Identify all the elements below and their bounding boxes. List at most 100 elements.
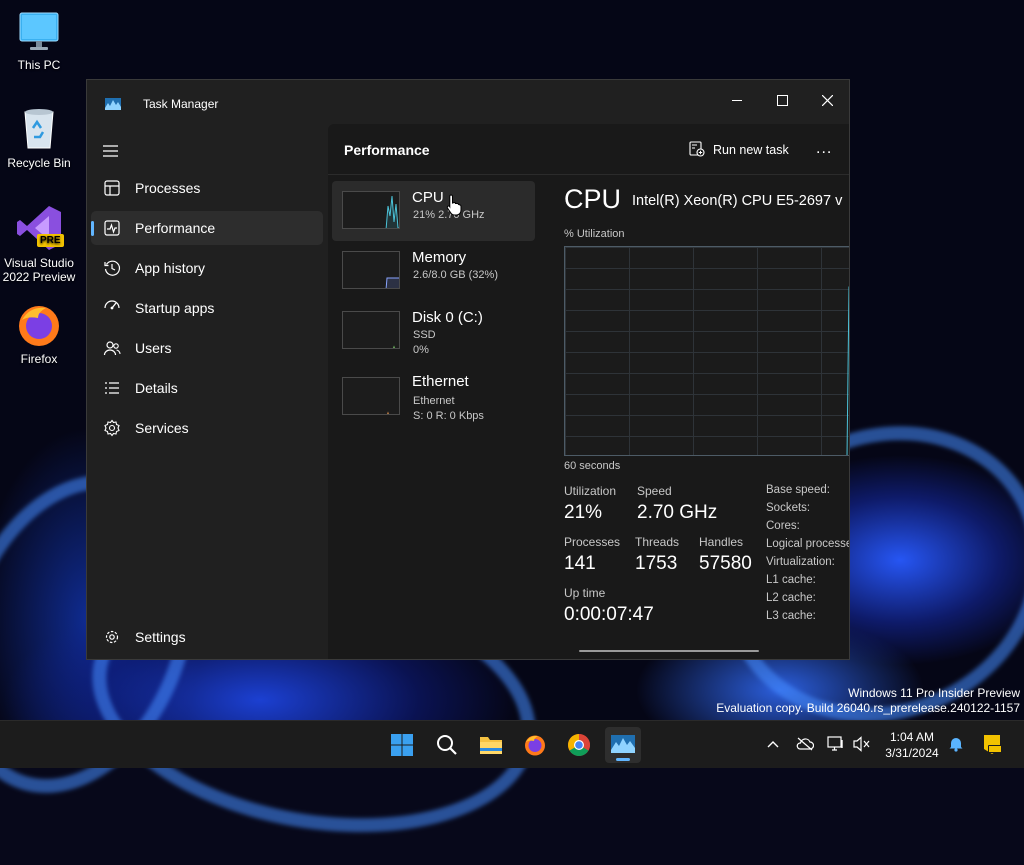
desktop-icon-this-pc[interactable]: This PC xyxy=(0,10,79,72)
spec-cores: Cores: xyxy=(766,520,800,532)
history-icon xyxy=(103,259,121,277)
minimize-button[interactable] xyxy=(714,86,760,114)
desktop-icon-label: 2022 Preview xyxy=(2,270,76,284)
sidebar-item-details[interactable]: Details xyxy=(91,371,323,405)
spec-l1-cache: L1 cache: xyxy=(766,574,816,586)
desktop-icon-label: This PC xyxy=(17,58,61,72)
chrome-icon xyxy=(568,734,590,756)
perf-item-name: CPU xyxy=(412,189,444,206)
clock-button[interactable]: 1:04 AM 3/31/2024 xyxy=(878,729,946,761)
cloud-offline-icon xyxy=(796,737,814,751)
sidebar-item-processes[interactable]: Processes xyxy=(91,171,323,205)
task-manager-icon xyxy=(105,97,121,110)
file-explorer-button[interactable] xyxy=(473,727,509,763)
run-task-icon xyxy=(689,140,705,160)
perf-item-name: Disk 0 (C:) xyxy=(412,309,483,326)
task-manager-icon xyxy=(611,735,635,753)
onedrive-tray-button[interactable] xyxy=(796,735,814,753)
services-icon xyxy=(103,419,121,437)
desktop-icon-label: Visual Studio xyxy=(4,256,74,270)
active-app-indicator xyxy=(616,758,630,761)
cpu-utilization-graph xyxy=(564,246,849,456)
settings-gear-icon xyxy=(103,628,121,646)
search-icon xyxy=(437,735,457,755)
desktop-icon-firefox[interactable]: Firefox xyxy=(0,302,79,366)
maximize-button[interactable] xyxy=(759,86,805,114)
perf-item-cpu[interactable]: CPU 21% 2.70 GHz xyxy=(332,181,535,241)
perf-item-memory[interactable]: Memory 2.6/8.0 GB (32%) xyxy=(332,241,535,301)
spec-l2-cache: L2 cache: xyxy=(766,592,816,604)
run-new-task-button[interactable]: Run new task xyxy=(689,140,789,160)
watermark-line-2: Evaluation copy. Build 26040.rs_prerelea… xyxy=(716,701,1020,715)
disk-sparkline xyxy=(342,311,400,349)
spec-logical-processors: Logical processe xyxy=(766,538,849,550)
show-hidden-icons-button[interactable] xyxy=(764,735,782,753)
maximize-icon xyxy=(776,94,788,106)
uptime-label: Up time xyxy=(564,586,606,600)
users-icon xyxy=(103,339,121,357)
desktop-icon-visual-studio[interactable]: PRE Visual Studio 2022 Preview xyxy=(0,204,79,284)
desktop-icon-label: Recycle Bin xyxy=(7,156,71,170)
spec-sockets: Sockets: xyxy=(766,502,811,514)
task-manager-taskbar-button[interactable] xyxy=(605,727,641,763)
sidebar-item-label: Details xyxy=(135,380,178,396)
title-bar[interactable]: Task Manager xyxy=(87,80,849,124)
desktop-icon-recycle-bin[interactable]: Recycle Bin xyxy=(0,106,79,170)
run-new-task-label: Run new task xyxy=(713,143,789,157)
spec-base-speed: Base speed: xyxy=(766,484,830,496)
graph-time-label: 60 seconds xyxy=(564,460,621,472)
details-icon xyxy=(103,379,121,397)
page-title: Performance xyxy=(344,142,430,158)
sidebar-item-app-history[interactable]: App history xyxy=(91,251,323,285)
detail-title: CPU xyxy=(564,184,622,214)
performance-icon xyxy=(103,219,121,237)
processes-icon xyxy=(103,179,121,197)
threads-label: Threads xyxy=(635,535,680,549)
perf-item-sub: 0% xyxy=(413,344,429,356)
search-button[interactable] xyxy=(429,727,465,763)
cpu-sparkline xyxy=(342,191,400,229)
sidebar-item-label: Users xyxy=(135,340,172,356)
sidebar-item-performance[interactable]: Performance xyxy=(91,211,323,245)
start-button[interactable] xyxy=(384,727,420,763)
recycle-bin-icon xyxy=(17,106,61,152)
perf-item-disk[interactable]: Disk 0 (C:) SSD 0% xyxy=(332,301,535,361)
visual-studio-icon: PRE xyxy=(15,204,64,252)
sidebar-item-label: Processes xyxy=(135,180,201,196)
processes-value: 141 xyxy=(564,553,596,574)
insider-badge-button[interactable] xyxy=(980,732,1004,756)
sidebar-item-label: Performance xyxy=(135,220,216,236)
startup-icon xyxy=(103,299,121,317)
start-icon xyxy=(391,734,413,756)
sidebar-item-startup-apps[interactable]: Startup apps xyxy=(91,291,323,325)
firefox-icon xyxy=(525,735,545,756)
ethernet-sparkline xyxy=(342,377,400,415)
close-button[interactable] xyxy=(804,86,850,114)
sidebar-item-label: App history xyxy=(135,260,206,276)
network-tray-button[interactable] xyxy=(827,735,845,753)
volume-tray-button[interactable] xyxy=(853,735,871,753)
perf-item-ethernet[interactable]: Ethernet Ethernet S: 0 R: 0 Kbps xyxy=(332,361,535,422)
perf-item-sub: S: 0 R: 0 Kbps xyxy=(413,410,484,422)
hamburger-menu-icon[interactable] xyxy=(103,144,119,157)
hand-cursor-icon xyxy=(446,194,462,216)
uptime-value: 0:00:07:47 xyxy=(564,604,654,625)
sidebar-item-settings[interactable]: Settings xyxy=(91,620,323,654)
memory-sparkline xyxy=(342,251,400,289)
horizontal-scrollbar[interactable] xyxy=(579,650,759,652)
sidebar-item-services[interactable]: Services xyxy=(91,411,323,445)
sidebar-item-users[interactable]: Users xyxy=(91,331,323,365)
spec-l3-cache: L3 cache: xyxy=(766,610,816,622)
window-title: Task Manager xyxy=(143,97,219,111)
bell-icon xyxy=(949,738,963,752)
clock-time: 1:04 AM xyxy=(889,730,935,744)
more-options-button[interactable]: ... xyxy=(816,140,832,158)
perf-item-sub: 2.6/8.0 GB (32%) xyxy=(413,269,498,281)
chrome-taskbar-button[interactable] xyxy=(561,727,597,763)
utilization-value: 21% xyxy=(564,502,603,523)
firefox-taskbar-button[interactable] xyxy=(517,727,553,763)
notifications-button[interactable] xyxy=(947,735,965,753)
main-panel: Performance Run new task ... CPU 21% 2.7… xyxy=(328,124,849,659)
perf-item-sub: SSD xyxy=(413,329,436,341)
perf-item-name: Memory xyxy=(412,249,467,266)
